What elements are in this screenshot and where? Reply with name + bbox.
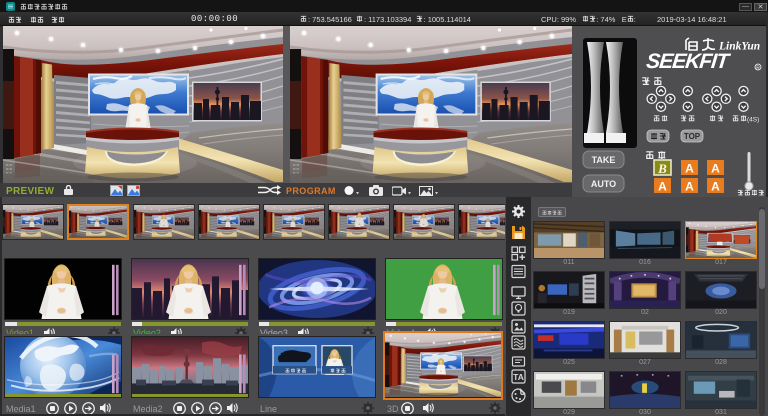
svg-text:R: R <box>756 66 760 72</box>
svg-text:A: A <box>658 180 667 194</box>
svg-text:(4S): (4S) <box>747 117 759 124</box>
svg-text:AUTO: AUTO <box>591 179 616 189</box>
svg-text:TOP: TOP <box>684 132 701 141</box>
svg-text:B: B <box>657 161 667 176</box>
svg-text:TAKE: TAKE <box>592 155 616 165</box>
svg-text:SEEKFIT: SEEKFIT <box>645 50 732 73</box>
svg-text:TA: TA <box>513 372 524 382</box>
svg-text:A: A <box>711 180 720 194</box>
svg-text:A: A <box>685 180 694 194</box>
svg-text:A: A <box>685 162 694 176</box>
svg-text:A: A <box>711 162 720 176</box>
